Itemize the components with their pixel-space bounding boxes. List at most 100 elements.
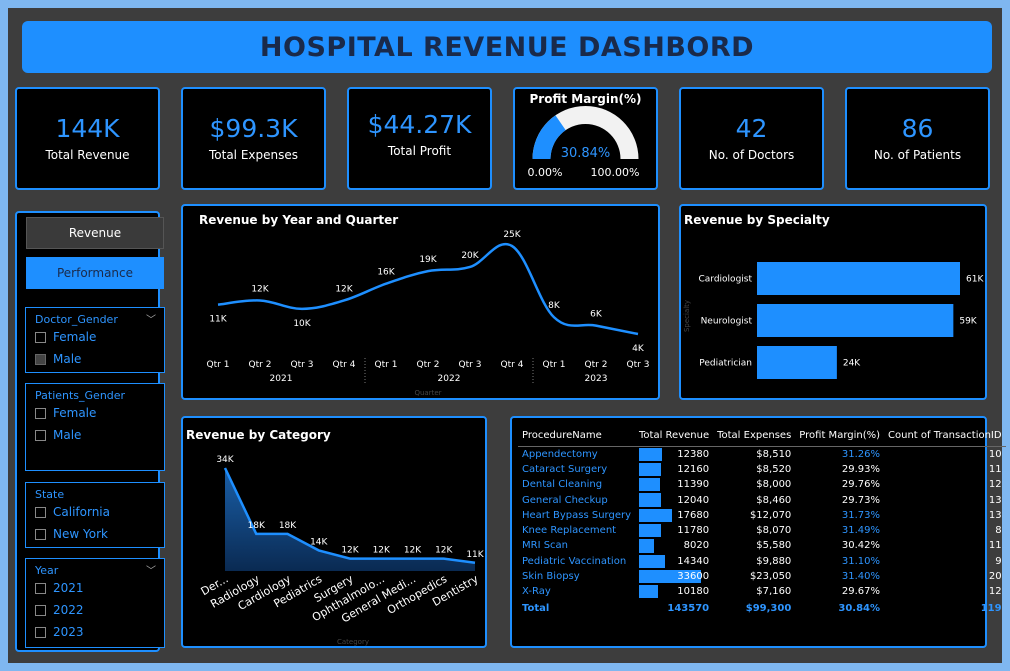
slicer-option-2021[interactable]: 2021 xyxy=(26,577,164,599)
data-label: 6K xyxy=(590,310,603,320)
kpi-label: Total Expenses xyxy=(208,148,298,163)
table-row[interactable]: General Checkup 12040 $8,460 29.73% 13 xyxy=(518,492,1006,507)
data-label: 12K xyxy=(335,284,353,294)
x-tick-label: Qtr 1 xyxy=(207,360,230,370)
revenue-cell: 11780 xyxy=(635,523,713,538)
margin-cell: 31.73% xyxy=(841,509,881,521)
slicer-option-2022[interactable]: 2022 xyxy=(26,599,164,621)
count-cell: 9 xyxy=(995,555,1002,567)
performance-nav-button[interactable]: Performance xyxy=(26,257,164,289)
slicer-title-text: Patients_Gender xyxy=(35,389,126,402)
x-group-label: 2023 xyxy=(585,374,608,384)
x-tick-label: Qtr 1 xyxy=(543,360,566,370)
procedure-name: Appendectomy xyxy=(522,448,598,460)
slicer-option-2023[interactable]: 2023 xyxy=(26,621,164,643)
procedure-table-card[interactable]: ProcedureName Total Revenue Total Expens… xyxy=(510,416,1006,648)
option-label: Male xyxy=(53,428,82,442)
y-tick-label: Cardiologist xyxy=(699,275,753,285)
col-header[interactable]: Profit Margin(%) xyxy=(795,430,885,447)
revenue-value: 10180 xyxy=(677,586,710,598)
checkbox-icon[interactable] xyxy=(35,582,46,594)
revenue-bar xyxy=(639,585,659,599)
slicer-option-new-york[interactable]: New York xyxy=(26,523,164,545)
kpi-patients[interactable]: 86 No. of Patients xyxy=(845,87,990,190)
kpi-label: Total Revenue xyxy=(45,148,130,163)
slicer-title-text: State xyxy=(35,488,65,501)
slicer-option-male[interactable]: Male xyxy=(26,348,164,370)
kpi-total-profit[interactable]: $44.27K Total Profit xyxy=(347,87,492,190)
table-row[interactable]: Pediatric Vaccination 14340 $9,880 31.10% 9 xyxy=(518,554,1006,569)
revenue-cell: 12040 xyxy=(635,492,713,507)
data-label: 12K xyxy=(435,546,453,556)
kpi-total-revenue[interactable]: 144K Total Revenue xyxy=(15,87,160,190)
slicer-option-california[interactable]: California xyxy=(26,501,164,523)
checkbox-icon[interactable] xyxy=(35,604,46,616)
checkbox-icon[interactable] xyxy=(35,331,46,343)
kpi-profit-margin-gauge[interactable]: Profit Margin(%) 30.84% 0.00% 100.00% xyxy=(513,87,658,190)
slicer-option-female[interactable]: Female xyxy=(26,402,164,424)
checkbox-icon[interactable] xyxy=(35,626,46,638)
gauge-value: 30.84% xyxy=(561,146,611,161)
checkbox-icon[interactable] xyxy=(35,528,46,540)
count-cell: 11 xyxy=(988,463,1002,475)
col-header[interactable]: Total Expenses xyxy=(713,430,796,447)
revenue-cell: 10180 xyxy=(635,584,713,599)
col-header[interactable]: Count of TransactionID xyxy=(884,430,1006,447)
table-total-row: Total 143570 $99,300 30.84% 119 xyxy=(518,599,1006,614)
procedure-name: General Checkup xyxy=(522,494,608,506)
revenue-by-category-chart[interactable]: Revenue by Category 34K Der... 18K Radiolog… xyxy=(181,416,487,648)
dashboard-canvas: HOSPITAL REVENUE DASHBORD 144K Total Rev… xyxy=(8,8,1006,663)
table-row[interactable]: X-Ray 10180 $7,160 29.67% 12 xyxy=(518,584,1006,599)
table-row[interactable]: Cataract Surgery 12160 $8,520 29.93% 11 xyxy=(518,462,1006,477)
kpi-doctors[interactable]: 42 No. of Doctors xyxy=(679,87,824,190)
margin-cell: 31.26% xyxy=(841,448,881,460)
revenue-cell: 17680 xyxy=(635,508,713,523)
bar-chart-svg: Cardiologist 61K Neurologist 59K Pediatricia… xyxy=(683,262,984,379)
table-row[interactable]: Dental Cleaning 11390 $8,000 29.76% 12 xyxy=(518,477,1006,492)
revenue-value: 8020 xyxy=(683,540,710,552)
data-label: 14K xyxy=(310,537,328,547)
margin-cell: 29.67% xyxy=(841,586,881,598)
slicer-option-female[interactable]: Female xyxy=(26,326,164,348)
doctor-gender-slicer: Doctor_Gender ﹀ Female Male xyxy=(25,307,165,373)
revenue-by-quarter-chart[interactable]: Revenue by Year and Quarter 11K Qtr 1 12K Q… xyxy=(181,204,660,400)
total-label: Total xyxy=(522,603,550,615)
dashboard-title: HOSPITAL REVENUE DASHBORD xyxy=(259,31,755,63)
table-row[interactable]: MRI Scan 8020 $5,580 30.42% 11 xyxy=(518,538,1006,553)
revenue-bar xyxy=(639,493,662,507)
count-cell: 12 xyxy=(988,479,1002,491)
revenue-value: 12380 xyxy=(677,448,710,460)
col-header[interactable]: Total Revenue xyxy=(635,430,714,447)
col-header[interactable]: ProcedureName xyxy=(518,430,636,447)
y-axis-title: Specialty xyxy=(683,300,691,332)
data-label: 12K xyxy=(404,546,422,556)
year-slicer: Year ﹀ 2021 2022 2023 xyxy=(25,558,165,648)
expenses-cell: $8,070 xyxy=(756,525,792,537)
expenses-cell: $8,520 xyxy=(756,463,792,475)
option-label: 2023 xyxy=(53,625,84,639)
kpi-total-expenses[interactable]: $99.3K Total Expenses xyxy=(181,87,326,190)
table-row[interactable]: Appendectomy 12380 $8,510 31.26% 10 xyxy=(518,447,1006,462)
chevron-down-icon[interactable]: ﹀ xyxy=(146,562,156,577)
table-row[interactable]: Knee Replacement 11780 $8,070 31.49% 8 xyxy=(518,523,1006,538)
slicer-title-text: Year xyxy=(35,564,59,577)
title-banner: HOSPITAL REVENUE DASHBORD xyxy=(22,21,992,73)
checkbox-icon[interactable] xyxy=(35,353,46,365)
data-label: 12K xyxy=(251,284,269,294)
table-row[interactable]: Skin Biopsy 33600 $23,050 31.40% 20 xyxy=(518,569,1006,584)
revenue-value: 33600 xyxy=(677,571,710,583)
expenses-cell: $12,070 xyxy=(749,509,792,521)
chevron-down-icon[interactable]: ﹀ xyxy=(146,311,156,326)
x-tick-label: Qtr 2 xyxy=(585,360,608,370)
slicer-title: Patients_Gender xyxy=(26,384,164,402)
revenue-cell: 12160 xyxy=(635,462,713,477)
checkbox-icon[interactable] xyxy=(35,429,46,441)
table-row[interactable]: Heart Bypass Surgery 17680 $12,070 31.73% 13 xyxy=(518,508,1006,523)
slicer-option-male[interactable]: Male xyxy=(26,424,164,446)
data-label: 25K xyxy=(503,230,521,240)
revenue-nav-button[interactable]: Revenue xyxy=(26,217,164,249)
checkbox-icon[interactable] xyxy=(35,506,46,518)
revenue-by-specialty-chart[interactable]: Revenue by Specialty Cardiologist 61K Neur… xyxy=(679,204,987,400)
y-tick-label: Pediatrician xyxy=(699,359,752,369)
checkbox-icon[interactable] xyxy=(35,407,46,419)
